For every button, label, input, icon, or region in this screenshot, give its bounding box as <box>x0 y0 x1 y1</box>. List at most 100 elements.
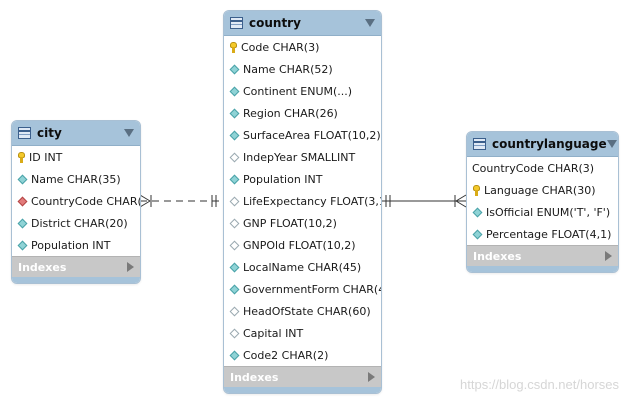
expand-arrow-icon[interactable] <box>605 251 612 261</box>
foreign-key-icon <box>17 196 28 206</box>
column-row[interactable]: ID INT <box>12 146 140 168</box>
country-table-title: country <box>249 16 301 30</box>
column-row[interactable]: CountryCode CHAR(3) <box>467 157 618 179</box>
country-indexes-section[interactable]: Indexes <box>224 366 381 387</box>
primary-key-icon <box>230 41 237 53</box>
table-icon <box>230 17 243 29</box>
column-row[interactable]: Code CHAR(3) <box>224 36 381 58</box>
column-row[interactable]: Continent ENUM(...) <box>224 80 381 102</box>
column-icon <box>229 108 240 118</box>
column-label: LocalName CHAR(45) <box>243 260 362 274</box>
column-label: LifeExpectancy FLOAT(3,1) <box>243 194 382 208</box>
primary-key-icon <box>473 184 480 196</box>
column-row[interactable]: Region CHAR(26) <box>224 102 381 124</box>
column-row[interactable]: GNPOld FLOAT(10,2) <box>224 234 381 256</box>
nullable-column-icon <box>229 240 240 250</box>
column-label: CountryCode CHAR(3) <box>31 194 141 208</box>
countrylanguage-table[interactable]: countrylanguage CountryCode CHAR(3) Langu… <box>466 131 619 273</box>
column-row[interactable]: SurfaceArea FLOAT(10,2) <box>224 124 381 146</box>
table-bottom-bar <box>12 277 140 283</box>
countrylanguage-table-header[interactable]: countrylanguage <box>467 132 618 157</box>
city-country-relationship[interactable] <box>139 194 224 208</box>
column-icon <box>229 350 240 360</box>
column-label: Percentage FLOAT(4,1) <box>486 227 612 241</box>
table-icon <box>473 138 486 150</box>
column-row[interactable]: IndepYear SMALLINT <box>224 146 381 168</box>
column-label: District CHAR(20) <box>31 216 128 230</box>
column-icon <box>229 262 240 272</box>
column-row[interactable]: Percentage FLOAT(4,1) <box>467 223 618 245</box>
column-label: Continent ENUM(...) <box>243 84 353 98</box>
column-label: Population INT <box>243 172 323 186</box>
column-row[interactable]: GovernmentForm CHAR(45) <box>224 278 381 300</box>
column-icon <box>229 284 240 294</box>
column-label: ID INT <box>29 150 63 164</box>
column-icon <box>229 130 240 140</box>
country-countrylanguage-relationship[interactable] <box>381 194 467 208</box>
indexes-label: Indexes <box>473 249 522 263</box>
column-row[interactable]: Code2 CHAR(2) <box>224 344 381 366</box>
column-label: IndepYear SMALLINT <box>243 150 356 164</box>
column-row[interactable]: Population INT <box>12 234 140 256</box>
city-table-header[interactable]: city <box>12 121 140 146</box>
indexes-label: Indexes <box>18 260 67 274</box>
column-row[interactable]: Name CHAR(35) <box>12 168 140 190</box>
city-indexes-section[interactable]: Indexes <box>12 256 140 277</box>
column-icon <box>17 174 28 184</box>
column-icon <box>472 207 483 217</box>
countrylanguage-column-list: CountryCode CHAR(3) Language CHAR(30) IsOf… <box>467 157 618 245</box>
table-bottom-bar <box>224 387 381 393</box>
country-table-header[interactable]: country <box>224 11 381 36</box>
column-label: Code CHAR(3) <box>241 40 320 54</box>
collapse-arrow-icon[interactable] <box>606 140 617 148</box>
city-table-title: city <box>37 126 62 140</box>
column-row[interactable]: LocalName CHAR(45) <box>224 256 381 278</box>
column-icon <box>229 174 240 184</box>
column-row[interactable]: Language CHAR(30) <box>467 179 618 201</box>
city-table[interactable]: city ID INT Name CHAR(35) CountryCode CHAR… <box>11 120 141 284</box>
column-row[interactable]: CountryCode CHAR(3) <box>12 190 140 212</box>
nullable-column-icon <box>229 306 240 316</box>
column-icon <box>17 240 28 250</box>
column-row[interactable]: LifeExpectancy FLOAT(3,1) <box>224 190 381 212</box>
countrylanguage-table-title: countrylanguage <box>492 137 607 151</box>
column-label: GNPOld FLOAT(10,2) <box>243 238 356 252</box>
countrylanguage-indexes-section[interactable]: Indexes <box>467 245 618 266</box>
column-label: Region CHAR(26) <box>243 106 338 120</box>
table-bottom-bar <box>467 266 618 272</box>
column-label: Language CHAR(30) <box>484 183 596 197</box>
watermark: https://blog.csdn.net/horses <box>460 377 619 392</box>
nullable-column-icon <box>229 152 240 162</box>
column-label: Name CHAR(35) <box>31 172 121 186</box>
column-label: SurfaceArea FLOAT(10,2) <box>243 128 381 142</box>
country-table[interactable]: country Code CHAR(3) Name CHAR(52) Contine… <box>223 10 382 394</box>
country-column-list: Code CHAR(3) Name CHAR(52) Continent ENUM(… <box>224 36 381 366</box>
column-row[interactable]: Capital INT <box>224 322 381 344</box>
column-row[interactable]: IsOfficial ENUM('T', 'F') <box>467 201 618 223</box>
column-row[interactable]: District CHAR(20) <box>12 212 140 234</box>
indexes-label: Indexes <box>230 370 279 384</box>
expand-arrow-icon[interactable] <box>127 262 134 272</box>
nullable-column-icon <box>229 196 240 206</box>
column-label: GovernmentForm CHAR(45) <box>243 282 382 296</box>
table-icon <box>18 127 31 139</box>
column-label: Name CHAR(52) <box>243 62 333 76</box>
collapse-arrow-icon[interactable] <box>124 129 134 137</box>
column-label: IsOfficial ENUM('T', 'F') <box>486 205 611 219</box>
city-column-list: ID INT Name CHAR(35) CountryCode CHAR(3) Di… <box>12 146 140 256</box>
column-icon <box>229 86 240 96</box>
column-row[interactable]: GNP FLOAT(10,2) <box>224 212 381 234</box>
column-row[interactable]: Population INT <box>224 168 381 190</box>
column-row[interactable]: HeadOfState CHAR(60) <box>224 300 381 322</box>
collapse-arrow-icon[interactable] <box>365 19 375 27</box>
column-row[interactable]: Name CHAR(52) <box>224 58 381 80</box>
expand-arrow-icon[interactable] <box>368 372 375 382</box>
primary-key-icon <box>18 151 25 163</box>
column-label: Code2 CHAR(2) <box>243 348 329 362</box>
nullable-column-icon <box>229 328 240 338</box>
nullable-column-icon <box>229 218 240 228</box>
column-icon <box>472 229 483 239</box>
column-label: HeadOfState CHAR(60) <box>243 304 371 318</box>
column-label: CountryCode CHAR(3) <box>472 161 595 175</box>
column-label: GNP FLOAT(10,2) <box>243 216 337 230</box>
